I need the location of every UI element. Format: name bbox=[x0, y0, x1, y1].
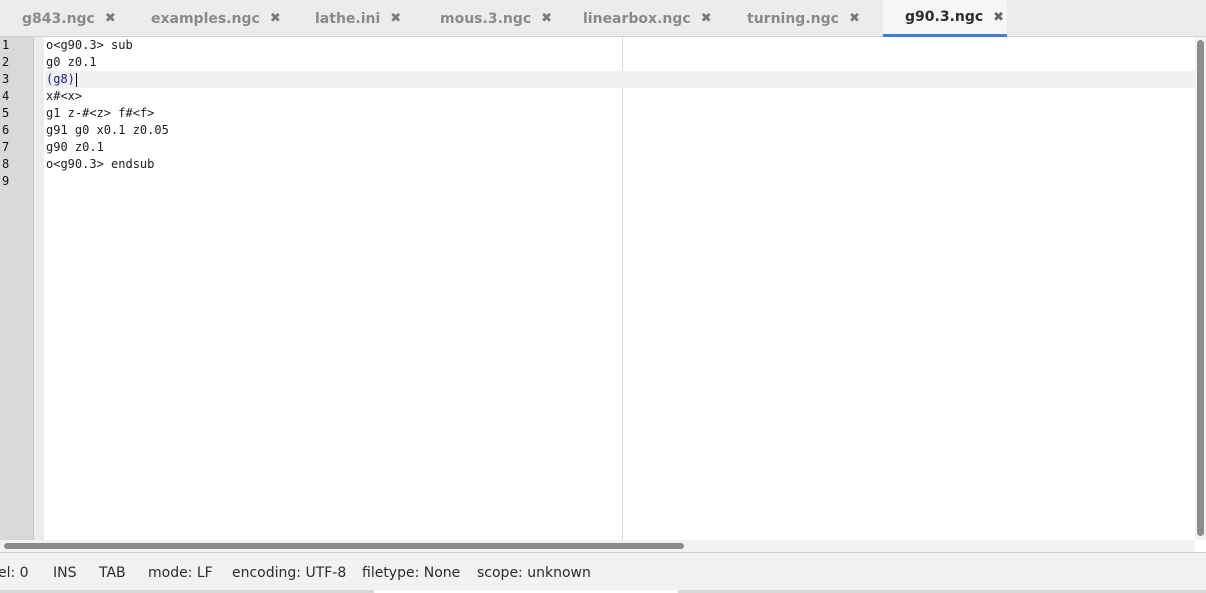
text-caret bbox=[75, 72, 77, 87]
line-number: 5 bbox=[2, 106, 10, 120]
code-text: o<g90.3> endsub bbox=[46, 157, 155, 171]
tab-label: g90.3.ngc bbox=[905, 9, 984, 25]
code-line[interactable]: g0 z0.1 bbox=[45, 54, 1195, 71]
tab-label: linearbox.ngc bbox=[583, 10, 691, 27]
code-comment: (g8) bbox=[46, 72, 75, 86]
status-scope: scope: unknown bbox=[477, 565, 591, 581]
tab-linearbox-ngc[interactable]: linearbox.ngc ✖ bbox=[561, 0, 725, 37]
line-number: 6 bbox=[2, 123, 10, 137]
code-text: g90 z0.1 bbox=[46, 140, 104, 154]
horizontal-scrollbar-thumb[interactable] bbox=[4, 543, 684, 549]
tab-lathe-ini[interactable]: lathe.ini ✖ bbox=[293, 0, 418, 37]
status-bar: el: 0 INS TAB mode: LF encoding: UTF-8 f… bbox=[0, 552, 1206, 593]
line-number: 7 bbox=[2, 140, 10, 154]
tab-label: mous.3.ngc bbox=[440, 10, 532, 27]
code-text: x#<x> bbox=[46, 89, 83, 103]
close-icon[interactable]: ✖ bbox=[849, 11, 860, 26]
code-line[interactable]: x#<x> bbox=[45, 88, 1195, 105]
line-number: 4 bbox=[2, 89, 10, 103]
code-line[interactable]: o<g90.3> endsub bbox=[45, 156, 1195, 173]
code-area[interactable]: o<g90.3> sub g0 z0.1 (g8) x#<x> g1 z-#<z> f#… bbox=[45, 37, 1195, 540]
code-line[interactable]: g90 z0.1 bbox=[45, 139, 1195, 156]
tab-label: turning.ngc bbox=[747, 10, 839, 27]
line-number: 8 bbox=[2, 157, 10, 171]
close-icon[interactable]: ✖ bbox=[701, 11, 712, 26]
status-insert-mode: INS bbox=[53, 565, 77, 581]
close-icon[interactable]: ✖ bbox=[105, 11, 116, 26]
line-number: 9 bbox=[2, 174, 10, 188]
code-line[interactable]: g91 g0 x0.1 z0.05 bbox=[45, 122, 1195, 139]
line-number: 3 bbox=[2, 72, 10, 86]
close-icon[interactable]: ✖ bbox=[541, 11, 552, 26]
code-text: o<g90.3> sub bbox=[46, 38, 133, 52]
fold-margin bbox=[34, 37, 44, 540]
status-encoding: encoding: UTF-8 bbox=[232, 565, 347, 581]
close-icon[interactable]: ✖ bbox=[390, 11, 401, 26]
tab-g90-3-ngc[interactable]: g90.3.ngc ✖ bbox=[883, 0, 1007, 37]
tab-examples-ngc[interactable]: examples.ngc ✖ bbox=[129, 0, 293, 37]
tab-bar: g843.ngc ✖ examples.ngc ✖ lathe.ini ✖ mous.3.n… bbox=[0, 0, 1206, 37]
tab-turning-ngc[interactable]: turning.ngc ✖ bbox=[725, 0, 883, 37]
code-line[interactable] bbox=[45, 173, 1195, 190]
tab-label: g843.ngc bbox=[22, 10, 95, 27]
status-filetype: filetype: None bbox=[362, 565, 461, 581]
status-selection: el: 0 bbox=[0, 565, 29, 581]
line-number: 2 bbox=[2, 55, 10, 69]
vertical-scrollbar[interactable] bbox=[1195, 37, 1206, 540]
current-code-line[interactable]: (g8) bbox=[45, 71, 1195, 88]
code-line[interactable]: g1 z-#<z> f#<f> bbox=[45, 105, 1195, 122]
tab-mous-3-ngc[interactable]: mous.3.ngc ✖ bbox=[418, 0, 561, 37]
code-text: g91 g0 x0.1 z0.05 bbox=[46, 123, 169, 137]
code-text: g0 z0.1 bbox=[46, 55, 97, 69]
close-icon[interactable]: ✖ bbox=[993, 10, 1004, 25]
tab-g843-ngc[interactable]: g843.ngc ✖ bbox=[0, 0, 129, 37]
code-text: g1 z-#<z> f#<f> bbox=[46, 106, 155, 120]
editor-pane[interactable]: 1 2 3 4 5 6 7 8 9 o<g90.3> sub g0 z0.1 (g8) x#<x> g1… bbox=[0, 37, 1206, 552]
code-line[interactable]: o<g90.3> sub bbox=[45, 37, 1195, 54]
line-number-gutter: 1 2 3 4 5 6 7 8 9 bbox=[0, 37, 34, 540]
tab-label: examples.ngc bbox=[151, 10, 260, 27]
vertical-scrollbar-thumb[interactable] bbox=[1197, 40, 1204, 536]
horizontal-scrollbar[interactable] bbox=[0, 540, 1195, 552]
tab-label: lathe.ini bbox=[315, 10, 381, 27]
status-line-ending: mode: LF bbox=[148, 565, 213, 581]
status-indent-type: TAB bbox=[99, 565, 126, 581]
close-icon[interactable]: ✖ bbox=[270, 11, 281, 26]
line-number: 1 bbox=[2, 38, 10, 52]
